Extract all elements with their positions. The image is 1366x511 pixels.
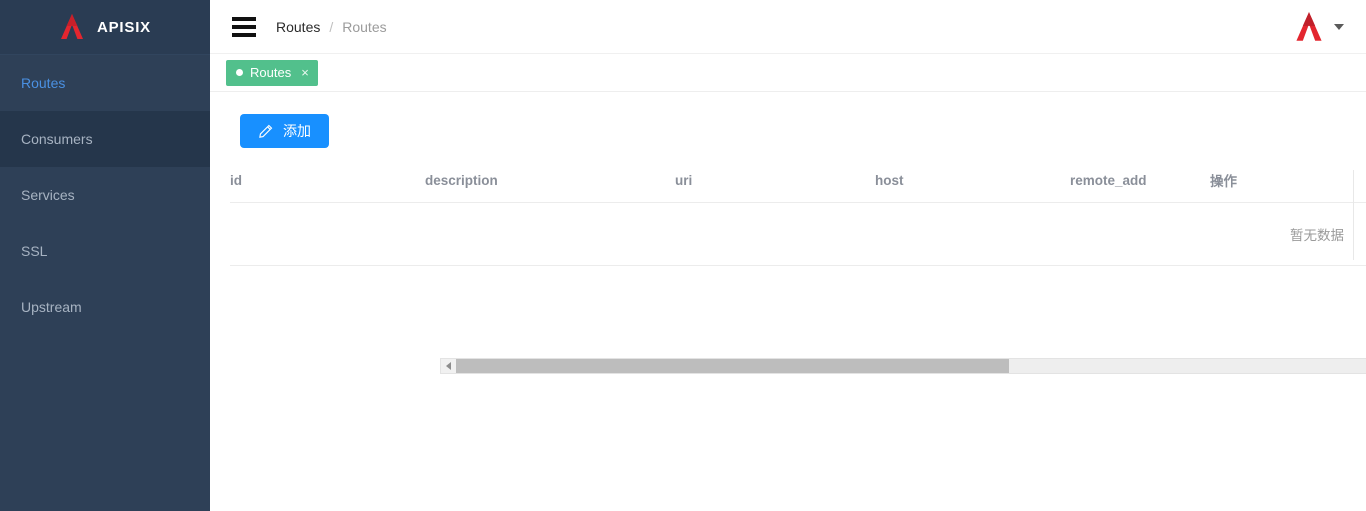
scrollbar-track-remainder — [1009, 359, 1366, 373]
sidebar-item-label: Routes — [21, 75, 66, 91]
column-header-host[interactable]: host — [875, 170, 1070, 203]
sidebar-item-consumers[interactable]: Consumers — [0, 111, 210, 167]
add-button[interactable]: 添加 — [240, 114, 329, 148]
scrollbar-track[interactable] — [456, 359, 1366, 373]
sidebar-brand-label: APISIX — [97, 18, 151, 36]
table-body: 暂无数据 — [230, 202, 1366, 266]
tag-label: Routes — [250, 65, 292, 80]
column-header-uri[interactable]: uri — [675, 170, 875, 203]
add-button-label: 添加 — [283, 123, 311, 139]
status-dot-icon — [236, 69, 243, 76]
hamburger-menu-icon[interactable] — [232, 16, 256, 37]
routes-table-wrapper: id description uri host remote_add 操作 暂无… — [210, 170, 1366, 266]
table-empty-row: 暂无数据 — [230, 202, 1366, 266]
sidebar-item-label: Upstream — [21, 299, 82, 315]
tag-routes[interactable]: Routes × — [226, 59, 318, 86]
app-root: APISIX Routes Consumers Services SSL Ups… — [0, 0, 1366, 511]
close-icon[interactable]: × — [301, 66, 309, 79]
sidebar-item-services[interactable]: Services — [0, 167, 210, 223]
sidebar-item-ssl[interactable]: SSL — [0, 223, 210, 279]
column-header-action[interactable]: 操作 — [1210, 170, 1366, 203]
column-header-id[interactable]: id — [230, 170, 425, 203]
sidebar-item-upstream[interactable]: Upstream — [0, 279, 210, 335]
tag-bar: Routes × — [210, 54, 1366, 92]
breadcrumb-parent[interactable]: Routes — [276, 19, 320, 35]
pencil-edit-icon — [259, 124, 273, 138]
breadcrumb-separator: / — [329, 18, 334, 35]
sidebar-item-routes[interactable]: Routes — [0, 55, 210, 111]
table-header-row: id description uri host remote_add 操作 — [230, 170, 1366, 203]
top-header: Routes / Routes — [210, 0, 1366, 54]
routes-table: id description uri host remote_add 操作 暂无… — [230, 170, 1366, 266]
horizontal-scrollbar[interactable] — [440, 358, 1366, 374]
content-area: 添加 id description uri host remote_add 操作 — [210, 92, 1366, 511]
chevron-down-icon[interactable] — [1334, 23, 1344, 30]
breadcrumb-current: Routes — [342, 18, 387, 35]
table-toolbar: 添加 — [210, 114, 1366, 148]
scroll-left-arrow-icon[interactable] — [441, 359, 456, 373]
sidebar-item-label: SSL — [21, 243, 48, 259]
sidebar-menu: Routes Consumers Services SSL Upstream — [0, 55, 210, 335]
sidebar-brand[interactable]: APISIX — [0, 0, 210, 55]
sidebar-item-label: Services — [21, 187, 75, 203]
empty-state-text: 暂无数据 — [230, 202, 1366, 266]
sidebar: APISIX Routes Consumers Services SSL Ups… — [0, 0, 210, 511]
scrollbar-thumb[interactable] — [456, 359, 1009, 373]
column-header-remote-add[interactable]: remote_add — [1070, 170, 1210, 203]
apisix-logo-icon — [61, 14, 83, 39]
column-header-description[interactable]: description — [425, 170, 675, 203]
main-area: Routes / Routes Routes × 添加 id descripti… — [210, 0, 1366, 511]
avatar[interactable] — [1294, 11, 1324, 43]
table-head: id description uri host remote_add 操作 — [230, 170, 1366, 203]
sidebar-item-label: Consumers — [21, 131, 93, 147]
top-header-right — [1294, 11, 1350, 43]
breadcrumb: Routes / Routes — [276, 19, 387, 35]
